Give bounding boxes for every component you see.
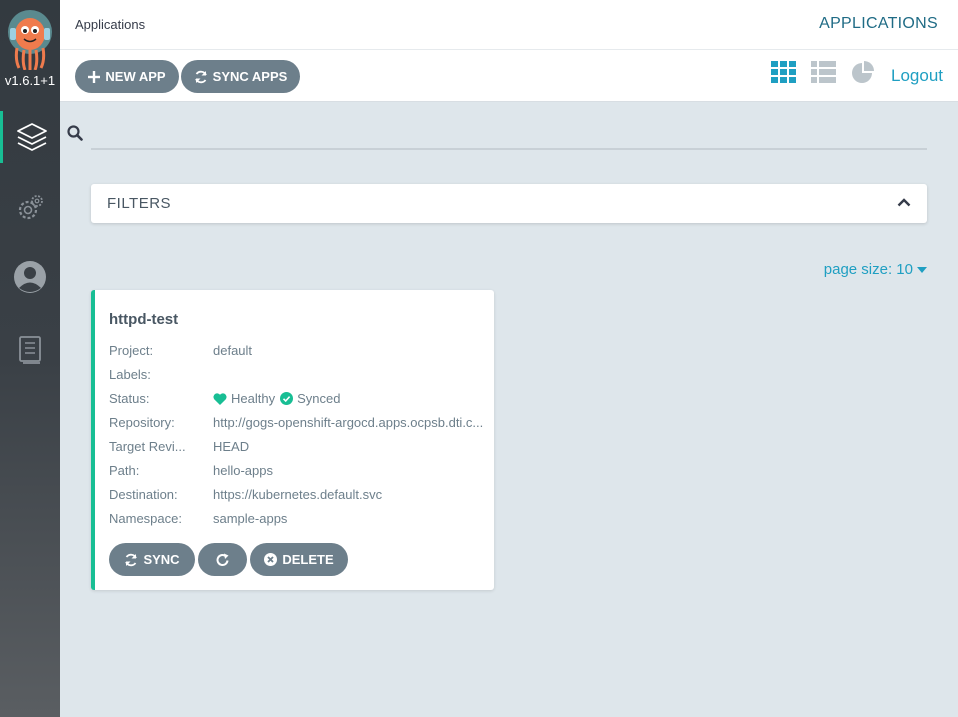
breadcrumb: Applications [75,17,146,32]
field-labels: Labels: [109,367,489,382]
summary-view-icon[interactable] [851,60,877,84]
check-circle-icon [280,392,294,405]
list-view-icon[interactable] [811,61,836,83]
sync-icon [125,553,138,566]
field-target-revision: Target Revi... HEAD [109,439,489,454]
sidebar-item-applications[interactable] [0,111,60,163]
page-size-dropdown[interactable]: page size: 10 [824,261,927,278]
field-label: Namespace: [109,511,182,526]
layers-icon [16,123,47,151]
book-icon [19,336,41,364]
sidebar-item-settings[interactable] [0,182,60,234]
new-app-button[interactable]: NEW APP [75,60,179,93]
new-app-label: NEW APP [105,69,166,84]
app-name: httpd-test [109,311,179,328]
field-label: Destination: [109,487,178,502]
top-header: Applications APPLICATIONS [60,0,958,50]
search-input[interactable] [91,118,927,148]
app-card[interactable]: httpd-test Project: default Labels: Stat… [91,290,494,590]
page-size-label: page size: 10 [823,261,913,278]
plus-icon [88,70,101,83]
field-label: Status: [109,391,150,406]
times-circle-icon [264,553,278,566]
field-value: https://kubernetes.default.svc [213,487,383,502]
delete-button[interactable]: DELETE [250,543,348,576]
field-label: Target Revi... [109,439,186,454]
filters-label: FILTERS [107,195,172,212]
toolbar: NEW APP SYNC APPS Logout [60,50,958,102]
gear-icon [18,195,43,220]
sync-apps-label: SYNC APPS [212,69,288,84]
field-label: Labels: [109,367,151,382]
refresh-button[interactable] [198,543,247,576]
argo-octopus-icon [8,10,52,70]
field-status: Status: Healthy Synced [109,391,489,406]
field-label: Path: [109,463,140,478]
field-destination: Destination: https://kubernetes.default.… [109,487,489,502]
field-path: Path: hello-apps [109,463,489,478]
caret-down-icon [917,266,927,273]
sync-status: Synced [297,391,341,406]
version-label: v1.6.1+1 [4,73,56,88]
field-value: default [213,343,253,358]
field-namespace: Namespace: sample-apps [109,511,489,526]
page-title: APPLICATIONS [819,15,938,32]
field-value: sample-apps [213,511,288,526]
field-label: Repository: [109,415,175,430]
sync-label: SYNC [143,552,180,567]
refresh-icon [216,553,228,566]
field-label: Project: [109,343,154,358]
search-icon [67,125,83,141]
field-project: Project: default [109,343,489,358]
sync-button[interactable]: SYNC [109,543,195,576]
sidebar-item-docs[interactable] [0,324,60,376]
search-underline [91,148,927,150]
sync-icon [194,70,207,83]
status-value: Healthy Synced [213,391,489,406]
field-value: http://gogs-openshift-argocd.apps.ocpsb.… [213,415,484,430]
field-repository: Repository: http://gogs-openshift-argocd… [109,415,489,430]
health-status: Healthy [231,391,276,406]
tiles-view-icon[interactable] [771,61,797,83]
field-value: hello-apps [213,463,273,478]
sidebar-item-user-info[interactable] [0,251,60,303]
field-value: HEAD [213,439,250,454]
logout-link[interactable]: Logout [891,66,943,86]
heart-icon [213,392,227,405]
chevron-up-icon [897,198,911,207]
sync-apps-button[interactable]: SYNC APPS [181,60,300,93]
user-icon [14,261,46,293]
sidebar: v1.6.1+1 [0,0,60,717]
delete-label: DELETE [282,552,334,567]
field-value [213,367,489,382]
filters-panel[interactable]: FILTERS [91,184,927,223]
